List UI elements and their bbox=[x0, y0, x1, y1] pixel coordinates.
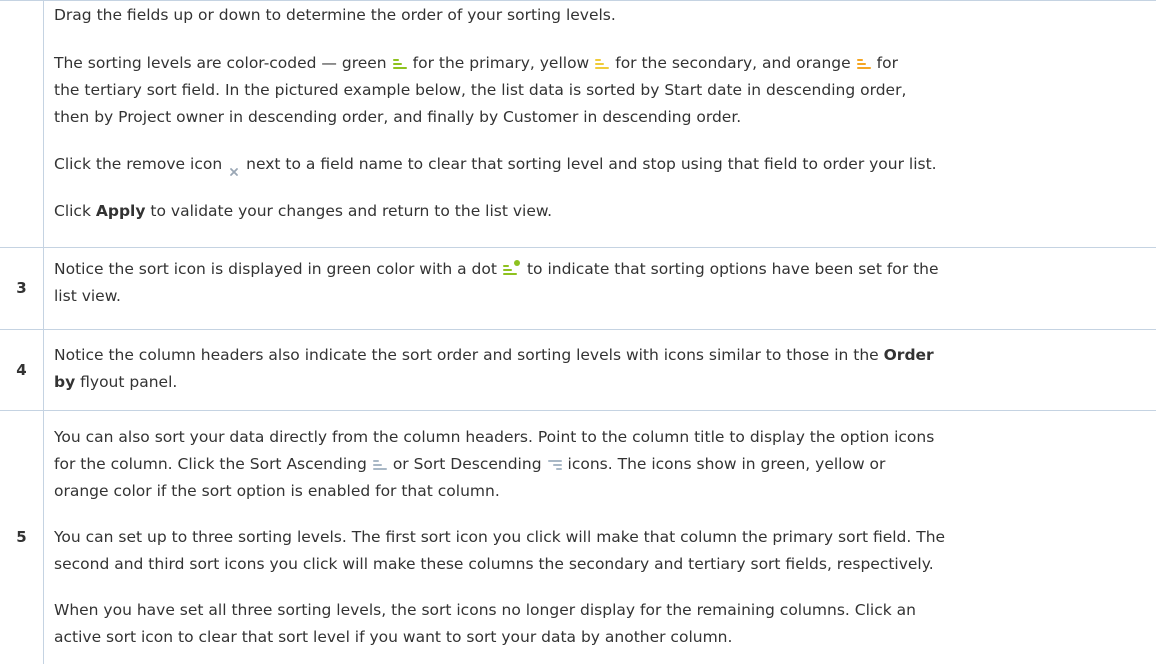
text: for the column. Click the Sort Ascending bbox=[54, 455, 367, 473]
step-number: 3 bbox=[0, 246, 44, 329]
order-by-label: by bbox=[54, 373, 76, 391]
paragraph: list view. bbox=[54, 283, 1150, 310]
sort-descending-icon bbox=[547, 458, 562, 470]
text: for bbox=[876, 54, 898, 72]
sort-tertiary-orange-icon bbox=[856, 57, 871, 69]
paragraph: by flyout panel. bbox=[54, 369, 1150, 396]
text: to validate your changes and return to t… bbox=[150, 202, 553, 220]
text: list view. bbox=[54, 287, 121, 305]
text: Notice the column headers also indicate … bbox=[54, 346, 879, 364]
paragraph: active sort icon to clear that sort leve… bbox=[54, 624, 1150, 651]
step-number: 4 bbox=[0, 329, 44, 410]
text: second and third sort icons you click wi… bbox=[54, 555, 934, 573]
text: icons. The icons show in green, yellow o… bbox=[567, 455, 886, 473]
table-row: 3 Notice the sort icon is displayed in g… bbox=[0, 246, 1156, 330]
text: for the primary, yellow bbox=[412, 54, 590, 72]
paragraph: for the column. Click the Sort Ascending… bbox=[54, 451, 1150, 478]
apply-label: Apply bbox=[95, 202, 146, 220]
paragraph: Click Apply to validate your changes and… bbox=[54, 198, 552, 225]
remove-icon bbox=[228, 159, 240, 176]
text: You can also sort your data directly fro… bbox=[54, 428, 935, 446]
paragraph: Drag the fields up or down to determine … bbox=[54, 2, 616, 29]
text: Click bbox=[54, 202, 91, 220]
paragraph: Click the remove icon next to a field nam… bbox=[54, 151, 937, 178]
step-content: Notice the sort icon is displayed in gre… bbox=[54, 256, 1150, 310]
paragraph: orange color if the sort option is enabl… bbox=[54, 478, 1150, 505]
paragraph: then by Project owner in descending orde… bbox=[54, 104, 741, 131]
text: Drag the fields up or down to determine … bbox=[54, 6, 616, 24]
text: for the secondary, and orange bbox=[615, 54, 851, 72]
text: then by Project owner in descending orde… bbox=[54, 108, 742, 126]
paragraph: When you have set all three sorting leve… bbox=[54, 597, 1150, 624]
sort-secondary-yellow-icon bbox=[595, 57, 610, 69]
step-content: You can also sort your data directly fro… bbox=[54, 424, 1150, 651]
paragraph: Notice the sort icon is displayed in gre… bbox=[54, 256, 1150, 283]
step-content: Notice the column headers also indicate … bbox=[54, 342, 1150, 396]
text: The sorting levels are color-coded — gre… bbox=[54, 54, 387, 72]
text: next to a field name to clear that sorti… bbox=[246, 155, 937, 173]
text: When you have set all three sorting leve… bbox=[54, 601, 916, 619]
text: to indicate that sorting options have be… bbox=[526, 260, 939, 278]
text: Notice the sort icon is displayed in gre… bbox=[54, 260, 497, 278]
text: You can set up to three sorting levels. … bbox=[54, 528, 946, 546]
paragraph: Notice the column headers also indicate … bbox=[54, 342, 1150, 369]
instructions-table: Drag the fields up or down to determine … bbox=[0, 0, 1156, 664]
sort-active-dot-icon bbox=[502, 259, 521, 275]
paragraph: You can also sort your data directly fro… bbox=[54, 424, 1150, 451]
table-row: Drag the fields up or down to determine … bbox=[0, 0, 1156, 248]
table-row: 5 You can also sort your data directly f… bbox=[0, 410, 1156, 664]
text: flyout panel. bbox=[80, 373, 178, 391]
step-number-cell bbox=[0, 1, 44, 247]
text: orange color if the sort option is enabl… bbox=[54, 482, 500, 500]
paragraph: You can set up to three sorting levels. … bbox=[54, 524, 1150, 551]
paragraph: the tertiary sort field. In the pictured… bbox=[54, 77, 906, 104]
step-number: 5 bbox=[0, 410, 44, 664]
text: Click the remove icon bbox=[54, 155, 223, 173]
text: or Sort Descending bbox=[392, 455, 542, 473]
paragraph: second and third sort icons you click wi… bbox=[54, 551, 1150, 578]
text: the tertiary sort field. In the pictured… bbox=[54, 81, 907, 99]
paragraph: The sorting levels are color-coded — gre… bbox=[54, 50, 898, 77]
table-row: 4 Notice the column headers also indicat… bbox=[0, 329, 1156, 411]
sort-primary-green-icon bbox=[392, 57, 407, 69]
sort-ascending-icon bbox=[372, 458, 387, 470]
text: active sort icon to clear that sort leve… bbox=[54, 628, 733, 646]
order-by-label: Order bbox=[883, 346, 934, 364]
